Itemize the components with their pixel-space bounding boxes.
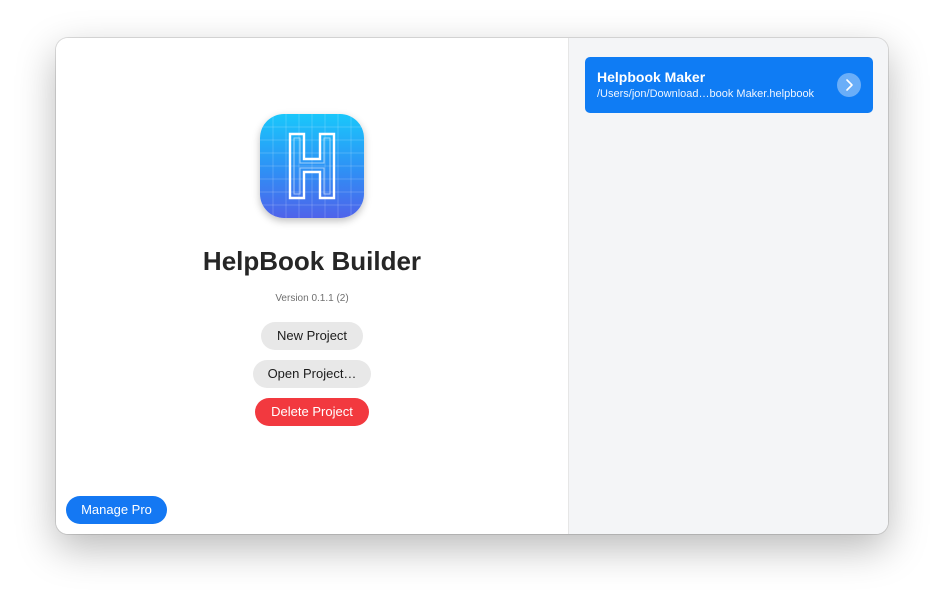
app-version: Version 0.1.1 (2): [275, 293, 349, 304]
manage-pro-button[interactable]: Manage Pro: [66, 496, 167, 524]
welcome-window: HelpBook Builder Version 0.1.1 (2) New P…: [56, 38, 888, 534]
recent-project-item[interactable]: Helpbook Maker /Users/jon/Download…book …: [585, 57, 873, 113]
new-project-button[interactable]: New Project: [261, 322, 363, 350]
recent-project-title: Helpbook Maker: [597, 69, 706, 85]
welcome-pane: HelpBook Builder Version 0.1.1 (2) New P…: [56, 38, 568, 534]
recent-projects-sidebar: Helpbook Maker /Users/jon/Download…book …: [568, 38, 888, 534]
chevron-right-icon[interactable]: [837, 73, 861, 97]
app-name: HelpBook Builder: [202, 246, 422, 276]
delete-project-button[interactable]: Delete Project: [255, 398, 369, 426]
helpbook-h-icon: [260, 114, 364, 218]
recent-project-path: /Users/jon/Download…book Maker.helpbook: [597, 88, 815, 100]
open-project-button[interactable]: Open Project…: [253, 360, 371, 388]
